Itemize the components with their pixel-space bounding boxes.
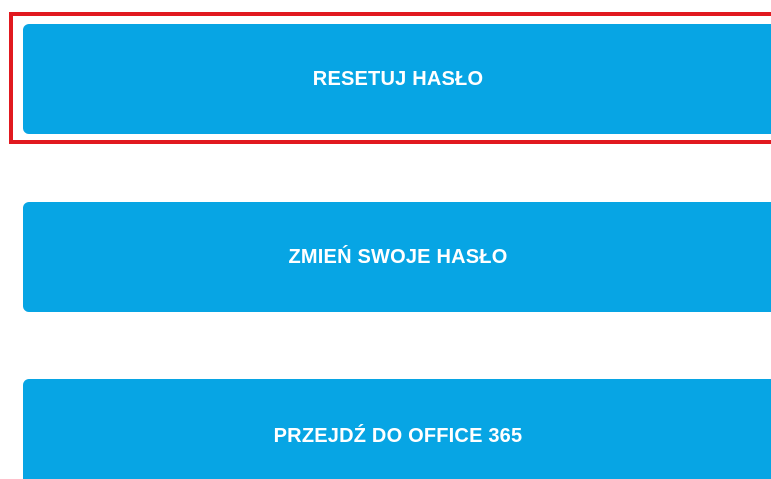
go-to-office-button[interactable]: PRZEJDŹ DO OFFICE 365 bbox=[23, 379, 771, 479]
change-password-button[interactable]: ZMIEŃ SWOJE HASŁO bbox=[23, 202, 771, 312]
reset-password-button[interactable]: RESETUJ HASŁO bbox=[23, 24, 771, 134]
go-to-office-label: PRZEJDŹ DO OFFICE 365 bbox=[273, 425, 523, 447]
reset-password-label: RESETUJ HASŁO bbox=[312, 67, 484, 90]
password-options-page: RESETUJ HASŁO ZMIEŃ SWOJE HASŁO PRZEJDŹ … bbox=[0, 0, 771, 479]
change-password-label: ZMIEŃ SWOJE HASŁO bbox=[288, 245, 508, 268]
